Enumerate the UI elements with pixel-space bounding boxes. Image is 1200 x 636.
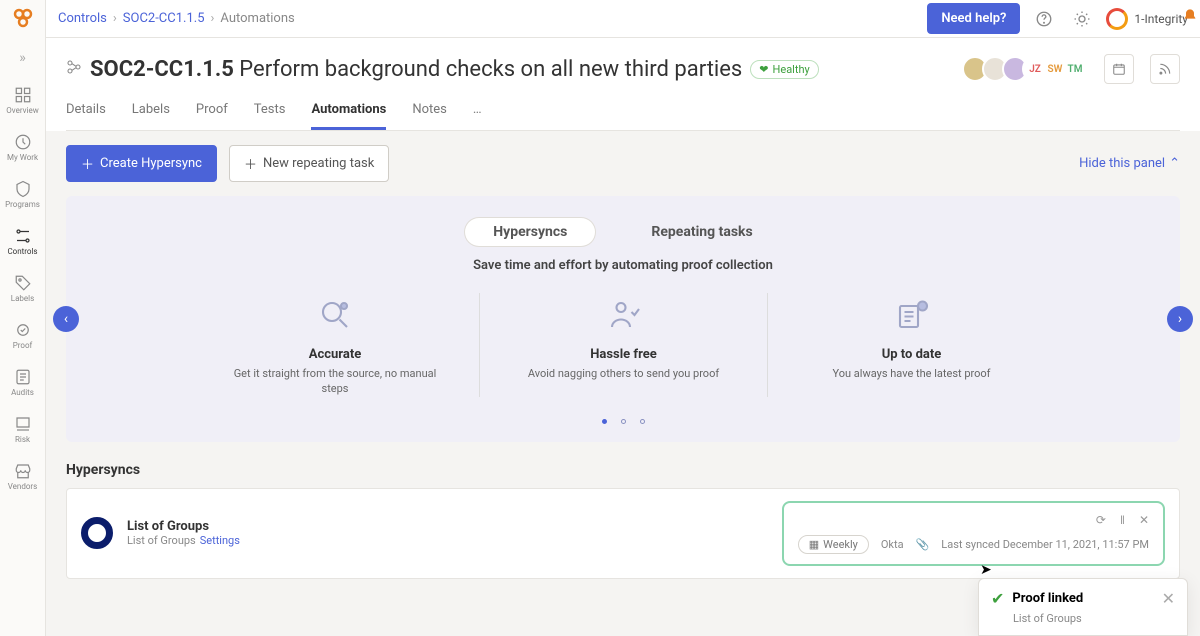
okta-icon: [81, 517, 113, 549]
tab-tests[interactable]: Tests: [254, 102, 286, 130]
sidebar-item-labels[interactable]: Labels: [0, 266, 45, 311]
sidebar-expand-icon[interactable]: »: [19, 50, 26, 66]
org-ring-icon: [1106, 8, 1128, 30]
hide-panel-link[interactable]: Hide this panel ⌃: [1079, 156, 1180, 171]
hypersync-close-icon[interactable]: ✕: [1139, 513, 1149, 527]
avatar[interactable]: TM: [1062, 56, 1088, 82]
create-hypersync-button[interactable]: ＋ Create Hypersync: [66, 145, 217, 182]
feature-row: AccurateGet it straight from the source,…: [66, 293, 1180, 397]
seg-repeating-tasks[interactable]: Repeating tasks: [623, 218, 780, 246]
topbar: Controls › SOC2-CC1.1.5 › Automations Ne…: [46, 0, 1200, 38]
hypersync-source: Okta: [881, 538, 904, 551]
new-repeating-task-button[interactable]: ＋ New repeating task: [229, 145, 389, 182]
calendar-button[interactable]: [1104, 54, 1134, 84]
carousel-dot-2[interactable]: [621, 419, 626, 424]
control-node-icon: [66, 59, 82, 79]
health-badge: ❤ Healthy: [750, 60, 818, 79]
breadcrumb-id[interactable]: SOC2-CC1.1.5: [123, 11, 205, 26]
need-help-button[interactable]: Need help?: [927, 3, 1020, 34]
feature-icon: [219, 293, 451, 337]
tab-automations[interactable]: Automations: [311, 102, 386, 130]
sidebar-item-programs[interactable]: Programs: [0, 172, 45, 217]
chevron-up-icon: ⌃: [1169, 156, 1180, 171]
feature-accurate: AccurateGet it straight from the source,…: [191, 293, 479, 397]
attachment-icon: 📎: [916, 538, 930, 551]
main: SOC2-CC1.1.5 Perform background checks o…: [46, 38, 1200, 636]
feature-hassle-free: Hassle freeAvoid nagging others to send …: [479, 293, 767, 397]
hypersync-meta: ⟳ ‖ ✕ ▦ Weekly Okta 📎 Last synced Decemb…: [782, 501, 1165, 566]
frequency-chip[interactable]: ▦ Weekly: [798, 535, 869, 554]
carousel-dot-1[interactable]: [602, 419, 607, 424]
hypersync-last-synced: Last synced December 11, 2021, 11:57 PM: [941, 538, 1149, 551]
segmented-control: Hypersyncs Repeating tasks: [465, 218, 780, 246]
sidebar-item-overview[interactable]: Overview: [0, 78, 45, 123]
sidebar-item-proof[interactable]: Proof: [0, 313, 45, 358]
panel-tagline: Save time and effort by automating proof…: [66, 258, 1180, 273]
hypersyncs-section-title: Hypersyncs: [66, 462, 1180, 478]
hypersync-pause-icon[interactable]: ‖: [1120, 513, 1125, 527]
sidebar-item-audits[interactable]: Audits: [0, 360, 45, 405]
assignee-avatars[interactable]: JZSWTM: [968, 56, 1088, 82]
tab-details[interactable]: Details: [66, 102, 106, 130]
sidebar-item-controls[interactable]: Controls: [0, 219, 45, 264]
sidebar-item-risk[interactable]: Risk: [0, 407, 45, 452]
rss-button[interactable]: [1150, 54, 1180, 84]
carousel-dots: [66, 419, 1180, 424]
seg-hypersyncs[interactable]: Hypersyncs: [465, 218, 595, 246]
feature-icon: [508, 293, 739, 337]
tab-labels[interactable]: Labels: [132, 102, 170, 130]
hypersync-card[interactable]: List of Groups List of GroupsSettings ⟳ …: [66, 488, 1180, 579]
toast-close-icon[interactable]: ✕: [1162, 589, 1175, 608]
carousel-prev-button[interactable]: ‹: [53, 306, 79, 332]
toast-sub: List of Groups: [1013, 612, 1175, 625]
page-title: SOC2-CC1.1.5 Perform background checks o…: [90, 57, 742, 82]
sidebar-item-mywork[interactable]: My Work: [0, 125, 45, 170]
carousel-dot-3[interactable]: [640, 419, 645, 424]
theme-icon[interactable]: [1068, 5, 1096, 33]
breadcrumb-controls[interactable]: Controls: [58, 11, 107, 26]
automation-panel: ‹ › HypersyncsRepeating tasks Save time …: [66, 196, 1180, 442]
breadcrumb: Controls › SOC2-CC1.1.5 › Automations: [58, 11, 295, 26]
sidebar: » Overview My Work Programs Controls Lab…: [0, 0, 46, 636]
toast: ✔ Proof linked ✕ List of Groups: [978, 578, 1188, 636]
hypersync-name: List of Groups: [127, 519, 240, 534]
feature-icon: [796, 293, 1027, 337]
org-switcher[interactable]: 1-Integrity: [1106, 8, 1188, 30]
feature-up-to-date: Up to dateYou always have the latest pro…: [767, 293, 1055, 397]
toast-title: Proof linked: [1012, 591, 1083, 606]
breadcrumb-current: Automations: [220, 11, 294, 26]
tab-notes[interactable]: Notes: [412, 102, 447, 130]
tabs: Details Labels Proof Tests Automations Notes …: [66, 102, 1180, 131]
check-icon: ✔: [991, 589, 1004, 608]
app-logo: [11, 6, 35, 30]
page-header: SOC2-CC1.1.5 Perform background checks o…: [46, 38, 1200, 131]
hypersync-settings-link[interactable]: Settings: [200, 534, 240, 547]
sidebar-item-vendors[interactable]: Vendors: [0, 454, 45, 499]
notifications-icon[interactable]: [1182, 8, 1198, 28]
carousel-next-button[interactable]: ›: [1167, 306, 1193, 332]
help-icon[interactable]: [1030, 5, 1058, 33]
tab-proof[interactable]: Proof: [196, 102, 228, 130]
tab-…[interactable]: …: [473, 102, 482, 130]
hypersync-refresh-icon[interactable]: ⟳: [1096, 513, 1106, 527]
